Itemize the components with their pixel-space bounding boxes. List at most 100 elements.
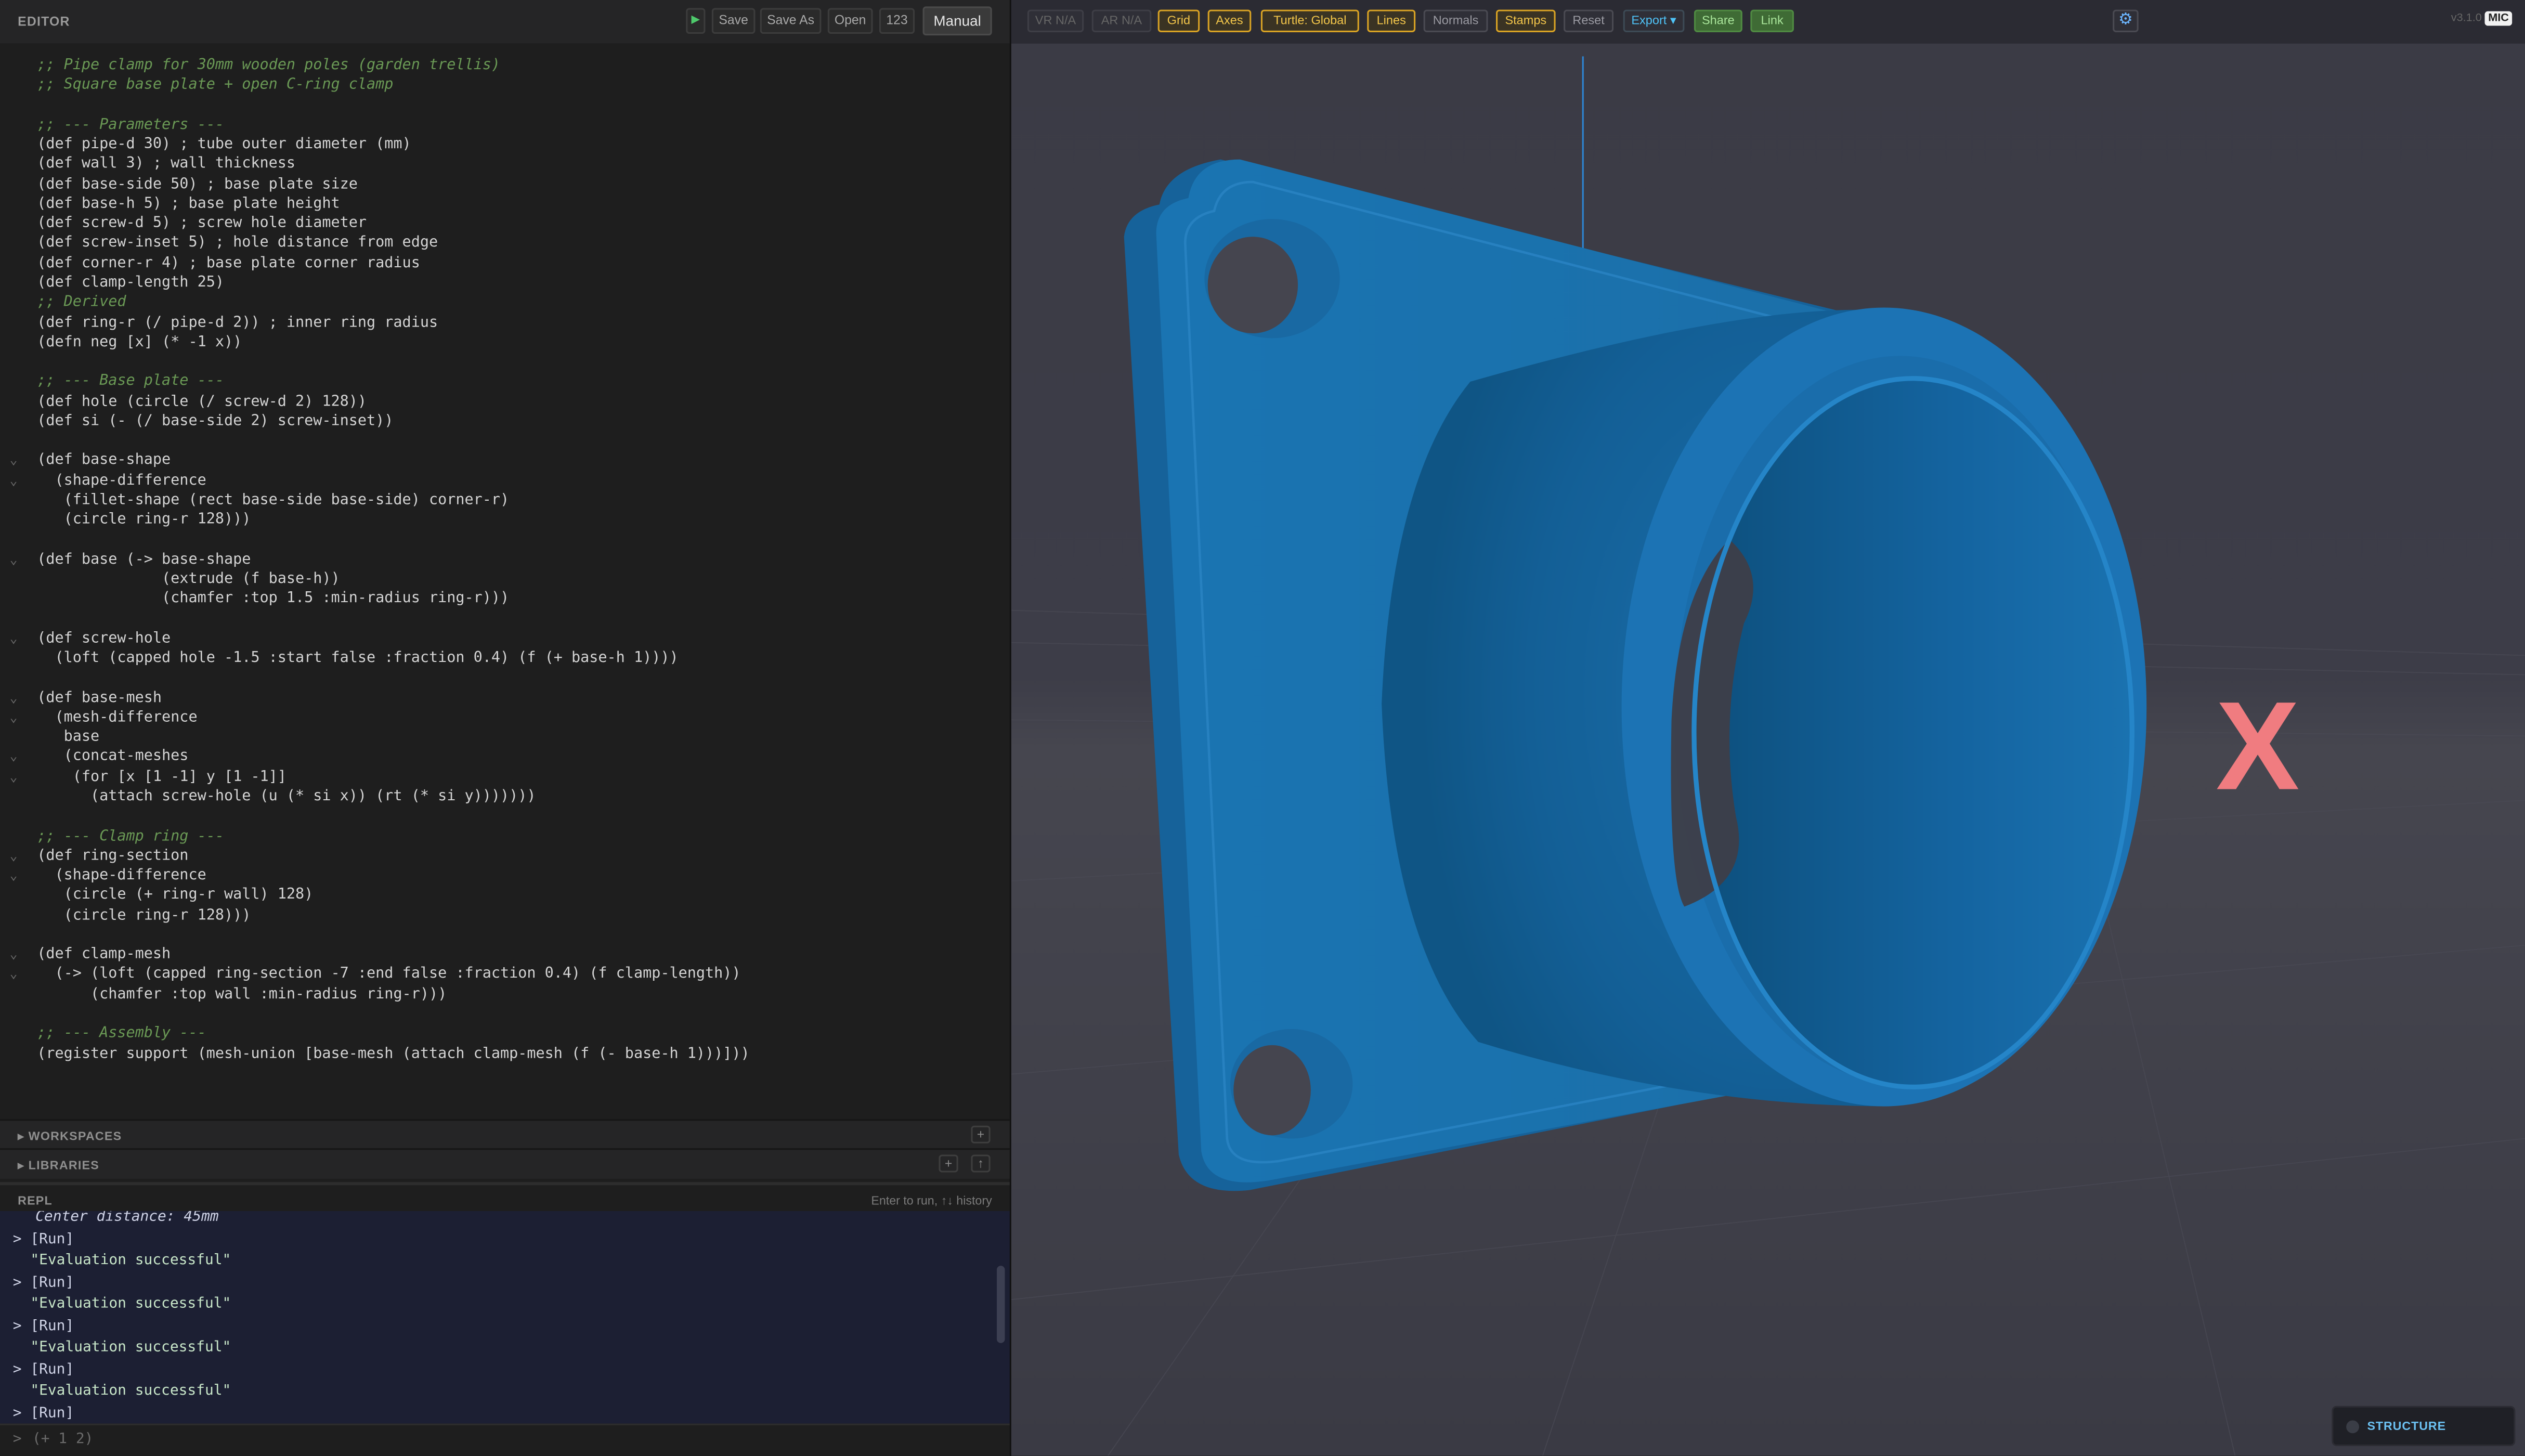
code-line: (defn neg [x] (* -1 x)) — [0, 333, 1010, 352]
code-text: (def pipe-d 30) ; tube outer diameter (m… — [37, 135, 411, 153]
structure-button[interactable]: STRUCTURE — [2332, 1406, 2516, 1447]
fold-toggle-icon[interactable]: ⌄ — [10, 965, 18, 984]
code-text: (def wall 3) ; wall thickness — [37, 155, 296, 173]
fold-toggle-icon[interactable]: ⌄ — [10, 471, 18, 490]
code-line: (def si (- (/ base-side 2) screw-inset)) — [0, 412, 1010, 431]
code-line: ⌄ (def base-mesh — [0, 688, 1010, 708]
grid-toggle[interactable]: Grid — [1157, 9, 1200, 32]
repl-input[interactable]: > (+ 1 2) — [0, 1423, 1010, 1456]
code-text: (attach screw-hole (u (* si x)) (rt (* s… — [37, 787, 536, 805]
repl-line: "Evaluation successful" — [12, 1383, 231, 1400]
fold-toggle-icon[interactable]: ⌄ — [10, 688, 18, 708]
fold-toggle-icon[interactable]: ⌄ — [10, 768, 18, 787]
add-workspace-button[interactable]: + — [971, 1125, 991, 1143]
run-button[interactable]: ▶ — [686, 8, 706, 34]
repl-line: > [Run] — [12, 1318, 74, 1334]
code-text: (chamfer :top wall :min-radius ring-r))) — [37, 985, 447, 1003]
fold-toggle-icon[interactable]: ⌄ — [10, 708, 18, 727]
editor-title: EDITOR — [18, 14, 70, 29]
fold-toggle-icon[interactable]: ⌄ — [10, 866, 18, 886]
code-text: (loft (capped hole -1.5 :start false :fr… — [37, 649, 679, 667]
reset-button[interactable]: Reset — [1564, 9, 1614, 32]
gear-icon[interactable]: ⚙ — [2113, 9, 2139, 32]
code-text: (def base-mesh — [37, 688, 162, 707]
editor-pane: EDITOR ▶ Save Save As Open 123 Manual ;;… — [0, 0, 1011, 1456]
fold-toggle-icon[interactable]: ⌄ — [10, 451, 18, 471]
code-text: (def base-shape — [37, 451, 171, 470]
code-text: (for [x [1 -1] y [1 -1]] — [37, 768, 287, 786]
code-line: ⌄ (shape-difference — [0, 866, 1010, 886]
code-text: (circle (+ ring-r wall) 128) — [37, 886, 314, 904]
3d-scene[interactable]: X — [1011, 43, 2525, 1456]
repl-line: "Evaluation successful" — [12, 1253, 231, 1269]
code-text: ;; --- Assembly --- — [37, 1024, 206, 1043]
libraries-panel[interactable]: ▸ LIBRARIES + ↑ — [0, 1148, 1010, 1179]
ar-button[interactable]: AR N/A — [1091, 9, 1152, 32]
code-text: (def screw-inset 5) ; hole distance from… — [37, 234, 438, 252]
repl-line: "Evaluation successful" — [12, 1340, 231, 1356]
code-text: (def screw-d 5) ; screw hole diameter — [37, 214, 367, 232]
code-line: ⌄ (concat-meshes — [0, 748, 1010, 767]
fold-toggle-icon[interactable]: ⌄ — [10, 847, 18, 866]
fold-toggle-icon[interactable]: ⌄ — [10, 945, 18, 965]
screw-hole-bottom — [1233, 1045, 1311, 1136]
code-text: (register support (mesh-union [base-mesh… — [37, 1044, 750, 1062]
upload-library-button[interactable]: ↑ — [971, 1154, 991, 1173]
code-line: ;; --- Clamp ring --- — [0, 827, 1010, 846]
repl-prompt: > — [12, 1432, 22, 1448]
mic-badge: MIC — [2485, 11, 2513, 26]
save-as-button[interactable]: Save As — [760, 8, 822, 34]
code-text: ;; Square base plate + open C-ring clamp — [37, 76, 394, 94]
code-line: ;; Pipe clamp for 30mm wooden poles (gar… — [0, 56, 1010, 75]
code-line: (def clamp-length 25) — [0, 274, 1010, 293]
code-text: (def base-h 5) ; base plate height — [37, 194, 340, 213]
turtle-toggle[interactable]: Turtle: Global — [1260, 9, 1359, 32]
lines-toggle[interactable]: Lines — [1367, 9, 1416, 32]
code-line: (def base-h 5) ; base plate height — [0, 194, 1010, 214]
code-text: (concat-meshes — [37, 748, 189, 766]
link-button[interactable]: Link — [1750, 9, 1794, 32]
play-icon: ▶ — [691, 14, 700, 26]
code-line: (loft (capped hole -1.5 :start false :fr… — [0, 649, 1010, 668]
code-line: base — [0, 728, 1010, 747]
repl-scrollbar[interactable] — [996, 1266, 1005, 1343]
code-text: (fillet-shape (rect base-side base-side)… — [37, 491, 510, 509]
share-button[interactable]: Share — [1694, 9, 1742, 32]
code-text: (def ring-r (/ pipe-d 2)) ; inner ring r… — [37, 313, 438, 331]
code-line: ⌄ (mesh-difference — [0, 708, 1010, 727]
code-text: (defn neg [x] (* -1 x)) — [37, 333, 242, 351]
normals-toggle[interactable]: Normals — [1423, 9, 1488, 32]
axes-toggle[interactable]: Axes — [1207, 9, 1252, 32]
code-line: ;; Square base plate + open C-ring clamp — [0, 76, 1010, 95]
repl-line: Center distance: 45mm — [35, 1211, 219, 1226]
code-line: (fillet-shape (rect base-side base-side)… — [0, 491, 1010, 510]
fold-toggle-icon[interactable]: ⌄ — [10, 748, 18, 767]
export-button[interactable]: Export ▾ — [1623, 9, 1685, 32]
repl-hint: Enter to run, ↑↓ history — [871, 1193, 992, 1208]
fold-toggle-icon[interactable]: ⌄ — [10, 550, 18, 569]
clamp-ring-bore — [1694, 378, 2132, 1087]
vr-button[interactable]: VR N/A — [1027, 9, 1084, 32]
code-line: (extrude (f base-h)) — [0, 570, 1010, 589]
repl-header: REPL Enter to run, ↑↓ history — [0, 1182, 1010, 1215]
code-text: base — [37, 728, 100, 746]
repl-title: REPL — [18, 1193, 53, 1208]
code-text: (-> (loft (capped ring-section -7 :end f… — [37, 965, 741, 983]
save-button[interactable]: Save — [711, 8, 756, 34]
add-library-button[interactable]: + — [939, 1154, 958, 1173]
code-line: (circle ring-r 128))) — [0, 511, 1010, 530]
structure-label: STRUCTURE — [2367, 1419, 2446, 1434]
code-text: ;; Pipe clamp for 30mm wooden poles (gar… — [37, 56, 501, 74]
open-button[interactable]: Open — [827, 8, 873, 34]
fold-toggle-icon[interactable]: ⌄ — [10, 629, 18, 648]
code-line: (chamfer :top wall :min-radius ring-r))) — [0, 985, 1010, 1004]
mode-button[interactable]: Manual — [922, 6, 992, 36]
code-text: (def base-side 50) ; base plate size — [37, 175, 358, 193]
workspaces-panel[interactable]: ▸ WORKSPACES + — [0, 1119, 1010, 1150]
stamps-toggle[interactable]: Stamps — [1496, 9, 1556, 32]
code-text: (def screw-hole — [37, 629, 171, 647]
repl-line: > [Run] — [12, 1361, 74, 1378]
code-editor[interactable]: ;; Pipe clamp for 30mm wooden poles (gar… — [0, 43, 1010, 1120]
numbers-button[interactable]: 123 — [879, 8, 915, 34]
